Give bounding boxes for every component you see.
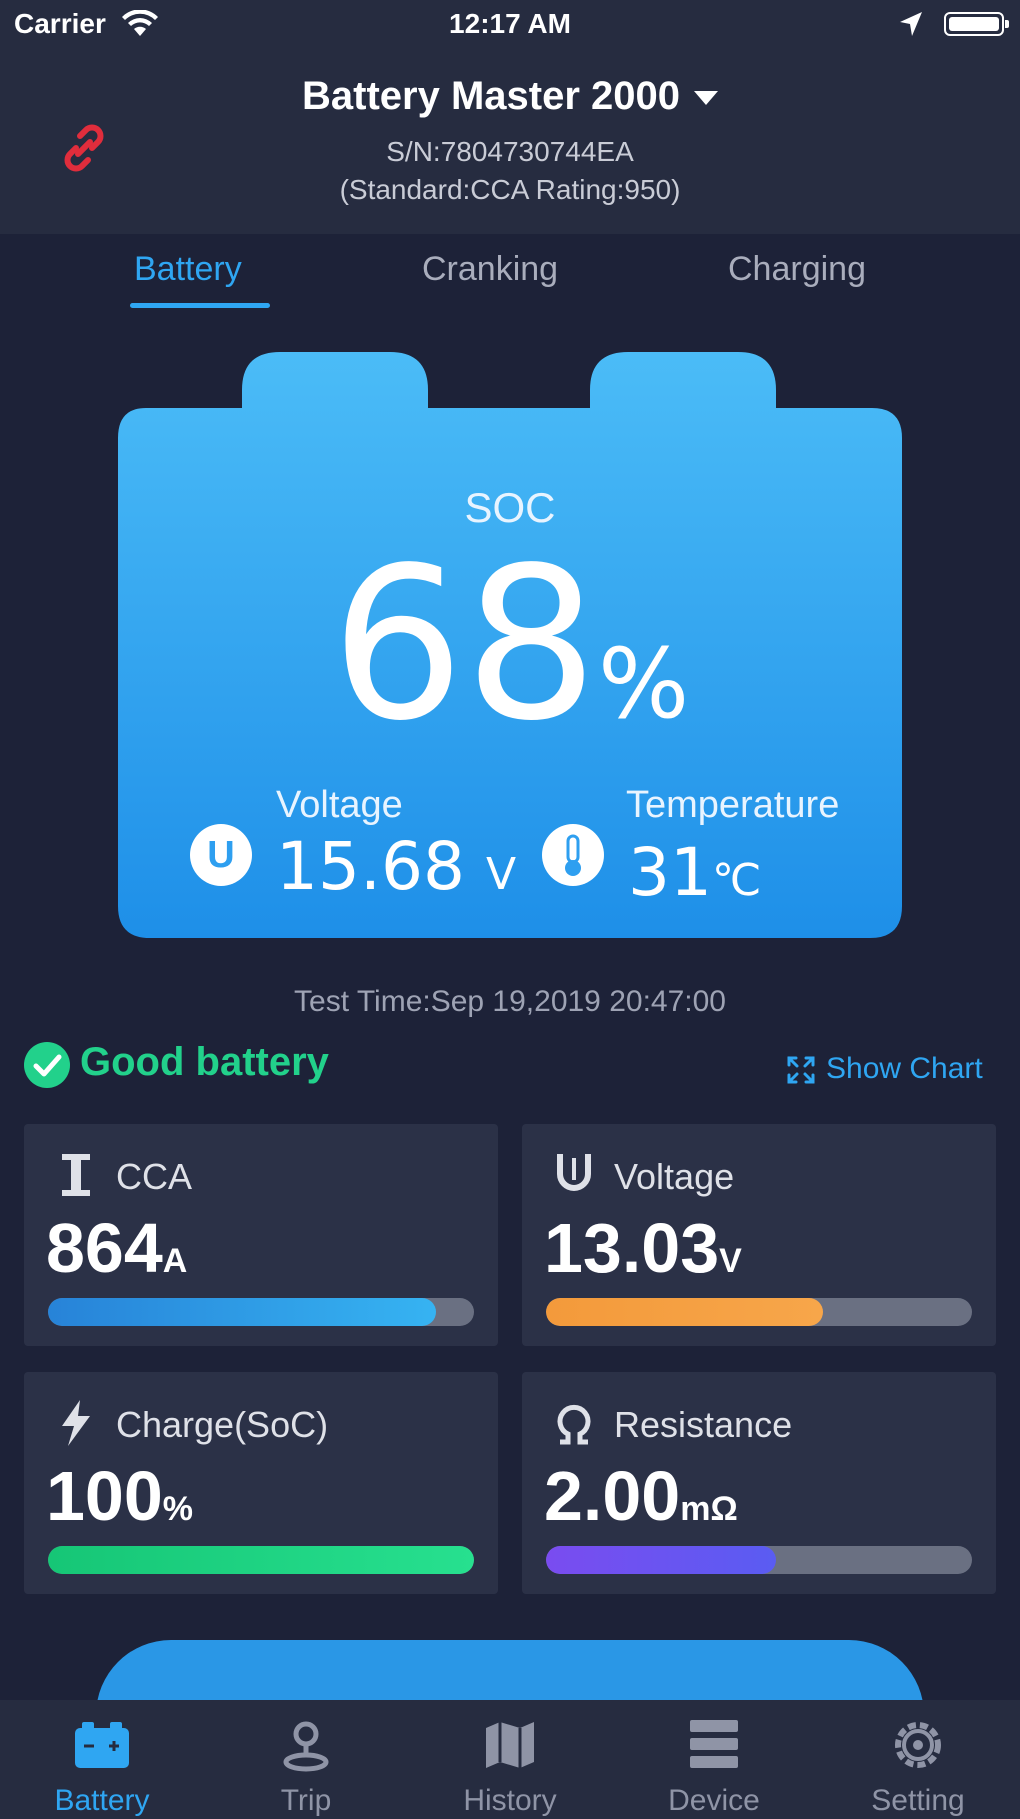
nav-label: Device	[668, 1784, 760, 1817]
tile-number: 2.00	[544, 1457, 681, 1535]
device-selector[interactable]: Battery Master 2000	[0, 74, 1020, 119]
tile-resistance[interactable]: Resistance 2.00mΩ	[522, 1372, 996, 1594]
tab-cranking[interactable]: Cranking	[422, 250, 558, 289]
tile-label: Charge(SoC)	[116, 1404, 329, 1445]
tile-level-fill	[546, 1546, 777, 1574]
nav-label: History	[463, 1784, 557, 1817]
nav-label: Trip	[280, 1784, 332, 1817]
thermometer-icon	[542, 824, 604, 886]
device-title: Battery Master 2000	[302, 74, 680, 118]
nav-label: Battery	[54, 1784, 150, 1817]
tile-unit: %	[162, 1490, 194, 1528]
nav-label: Setting	[871, 1784, 965, 1817]
trip-icon	[283, 1721, 329, 1772]
battery-icon	[75, 1722, 129, 1768]
standard-rating: (Standard:CCA Rating:950)	[339, 174, 681, 205]
nav-battery[interactable]: Battery	[0, 1700, 204, 1819]
temperature-number: 31	[628, 834, 712, 911]
tile-label: Resistance	[614, 1404, 793, 1445]
tile-level-bar	[546, 1546, 972, 1574]
nav-device[interactable]: Device	[612, 1700, 816, 1819]
voltage-label: Voltage	[276, 784, 403, 826]
voltage-number: 15.68	[276, 828, 465, 905]
tile-voltage[interactable]: Voltage 13.03V	[522, 1124, 996, 1346]
nav-history[interactable]: History	[408, 1700, 612, 1819]
gear-icon	[895, 1722, 941, 1768]
tab-battery[interactable]: Battery	[134, 250, 242, 289]
soc-value: 68%	[116, 540, 904, 789]
tile-value: 100%	[46, 1456, 193, 1536]
nav-setting[interactable]: Setting	[816, 1700, 1020, 1819]
tile-cca[interactable]: CCA 864A	[24, 1124, 498, 1346]
tile-level-bar	[48, 1298, 474, 1326]
tile-level-fill	[48, 1298, 436, 1326]
tile-unit: mΩ	[680, 1490, 738, 1528]
chevron-down-icon	[694, 91, 718, 106]
location-arrow-icon	[900, 12, 922, 36]
show-chart-label: Show Chart	[826, 1052, 983, 1085]
nav-trip[interactable]: Trip	[204, 1700, 408, 1819]
voltage-icon	[557, 1154, 591, 1191]
voltage-unit: V	[485, 849, 517, 900]
active-tab-indicator	[130, 303, 270, 308]
show-chart-link[interactable]: Show Chart	[786, 1052, 983, 1086]
voltage-icon: U	[190, 824, 252, 886]
expand-icon	[787, 1056, 815, 1084]
history-icon	[486, 1722, 534, 1768]
tile-number: 100	[46, 1457, 163, 1535]
bolt-icon	[62, 1400, 90, 1446]
current-icon	[62, 1154, 90, 1196]
battery-status-icon	[944, 12, 1009, 36]
soc-unit: %	[598, 628, 690, 740]
soc-number: 68	[330, 522, 598, 767]
device-header: Battery Master 2000 S/N:7804730744EA (St…	[0, 52, 1020, 234]
tile-level-bar	[546, 1298, 972, 1326]
check-circle-icon	[24, 1042, 70, 1088]
tile-value: 864A	[46, 1208, 187, 1288]
bottom-nav: Battery Trip History Device Setting	[0, 1700, 1020, 1819]
tab-charging[interactable]: Charging	[728, 250, 866, 289]
tile-unit: V	[719, 1242, 742, 1280]
device-icon	[690, 1720, 738, 1768]
tile-number: 864	[46, 1209, 163, 1287]
temperature-value: 31℃	[628, 834, 761, 911]
temperature-label: Temperature	[626, 784, 840, 826]
status-bar: Carrier 12:17 AM	[0, 0, 1020, 52]
status-time: 12:17 AM	[449, 8, 571, 39]
tile-level-bar	[48, 1546, 474, 1574]
tile-value: 2.00mΩ	[544, 1456, 738, 1536]
tile-unit: A	[162, 1242, 188, 1280]
tile-label: CCA	[116, 1156, 193, 1197]
tile-level-fill	[546, 1298, 823, 1326]
tile-charge[interactable]: Charge(SoC) 100%	[24, 1372, 498, 1594]
voltage-value: 15.68 V	[276, 828, 516, 905]
test-time: Test Time:Sep 19,2019 20:47:00	[294, 985, 726, 1018]
tile-value: 13.03V	[544, 1208, 742, 1288]
serial-number: S/N:7804730744EA	[386, 136, 634, 167]
ohm-icon	[557, 1404, 591, 1445]
battery-health-status: Good battery	[80, 1040, 329, 1084]
tile-label: Voltage	[614, 1156, 735, 1197]
tile-number: 13.03	[544, 1209, 720, 1287]
temperature-unit: ℃	[711, 855, 762, 906]
tile-level-fill	[48, 1546, 474, 1574]
